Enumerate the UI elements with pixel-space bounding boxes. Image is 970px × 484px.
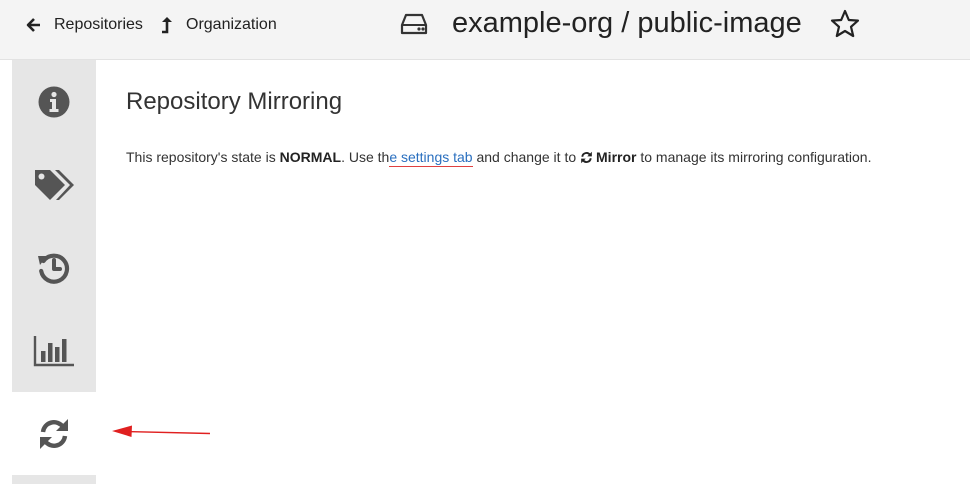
middle-text: and change it to — [472, 149, 581, 165]
state-prefix-text: This repository's state is — [126, 149, 280, 165]
level-up-icon — [162, 17, 172, 34]
state-value: NORMAL — [279, 149, 342, 165]
up-link-label: Organization — [186, 16, 277, 33]
repo-title: example-org / public-image — [400, 7, 860, 40]
sidebar-item-history[interactable] — [12, 226, 96, 309]
bar-chart-icon — [33, 335, 74, 366]
back-link-label: Repositories — [54, 16, 143, 33]
annotation-arrow — [112, 425, 211, 437]
refresh-icon — [40, 418, 68, 449]
up-to-organization-link[interactable]: Organization — [160, 16, 277, 34]
refresh-inline-icon — [581, 151, 592, 164]
mirror-state-label: Mirror — [596, 149, 637, 165]
sidebar-item-usage-logs[interactable] — [12, 309, 96, 392]
settings-tab-link[interactable]: e settings tab — [389, 149, 473, 167]
top-bar: Repositories Organization example-org / … — [0, 0, 970, 60]
suffix-text: to manage its mirroring configuration. — [636, 149, 872, 165]
back-to-repositories-link[interactable]: Repositories — [26, 16, 143, 34]
history-icon — [38, 253, 70, 284]
sidebar-item-information[interactable] — [12, 60, 96, 143]
tags-icon — [35, 169, 74, 200]
sidebar — [12, 60, 96, 484]
mirroring-state-message: This repository's state is NORMAL. Use t… — [126, 149, 946, 167]
info-icon — [38, 86, 70, 117]
arrow-left-icon — [26, 18, 40, 32]
page-title: Repository Mirroring — [126, 88, 343, 115]
mirroring-panel: Repository Mirroring This repository's s… — [126, 88, 946, 167]
sidebar-item-mirroring[interactable] — [12, 392, 96, 475]
hard-drive-icon — [400, 13, 428, 34]
use-text: . Use th — [341, 149, 390, 165]
star-icon[interactable] — [830, 9, 860, 39]
repo-path: example-org / public-image — [452, 7, 802, 39]
sidebar-item-tags[interactable] — [12, 143, 96, 226]
